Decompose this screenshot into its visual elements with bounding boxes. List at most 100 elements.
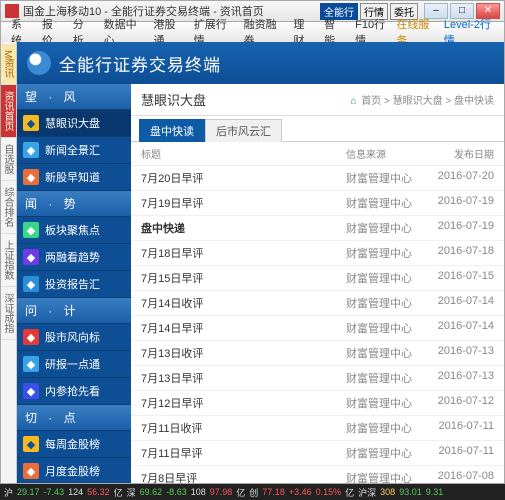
sidebar-item-label: 月度金股榜 — [45, 463, 100, 479]
panel-title: 慧眼识大盘 — [141, 90, 350, 109]
list-item[interactable]: 7月13日早评财富管理中心2016-07-13 — [131, 366, 504, 391]
ipo-icon: ◆ — [23, 169, 39, 185]
status-value: 77.18 — [262, 487, 285, 497]
panel-header: 慧眼识大盘 ⌂ 首页 > 慧眼识大盘 > 盘中快读 — [131, 84, 504, 116]
eye-icon: ◆ — [23, 115, 39, 131]
sidebar-item[interactable]: ◆ 投资报告汇 — [17, 271, 131, 298]
status-value: -8.63 — [166, 487, 187, 497]
row-source: 财富管理中心 — [346, 470, 426, 483]
breadcrumb: ⌂ 首页 > 慧眼识大盘 > 盘中快读 — [350, 92, 494, 107]
sidebar-item-label: 两融看趋势 — [45, 249, 100, 265]
week-icon: ◆ — [23, 436, 39, 452]
sidebar-item-label: 新股早知道 — [45, 169, 100, 185]
row-date: 2016-07-13 — [426, 345, 494, 361]
doc-icon: ◆ — [23, 356, 39, 372]
article-list[interactable]: 7月20日早评财富管理中心2016-07-207月19日早评财富管理中心2016… — [131, 166, 504, 483]
tab-aftermarket[interactable]: 后市风云汇 — [205, 119, 282, 142]
list-item[interactable]: 7月15日早评财富管理中心2016-07-15 — [131, 266, 504, 291]
sidebar-item[interactable]: ◆ 新股早知道 — [17, 164, 131, 191]
row-title: 7月13日早评 — [141, 370, 346, 386]
vertical-tab[interactable]: 自选股 — [1, 138, 16, 181]
vertical-tab[interactable]: 资讯首页 — [1, 85, 16, 138]
grid-icon: ◆ — [23, 222, 39, 238]
list-item[interactable]: 7月8日早评财富管理中心2016-07-08 — [131, 466, 504, 483]
list-item[interactable]: 7月11日收评财富管理中心2016-07-11 — [131, 416, 504, 441]
row-source: 财富管理中心 — [346, 245, 426, 261]
report-icon: ◆ — [23, 276, 39, 292]
home-icon[interactable]: ⌂ — [350, 96, 356, 107]
row-title: 7月18日早评 — [141, 245, 346, 261]
sidebar-item[interactable]: ◆板块聚焦点 — [17, 217, 131, 244]
crumb-home[interactable]: 首页 — [361, 96, 381, 107]
brand-title: 全能行证券交易终端 — [59, 51, 221, 76]
row-source: 财富管理中心 — [346, 420, 426, 436]
list-item[interactable]: 7月19日早评财富管理中心2016-07-19 — [131, 191, 504, 216]
row-date: 2016-07-14 — [426, 320, 494, 336]
sidebar-group-header: 闻 · 势 — [17, 191, 131, 217]
row-title: 7月15日早评 — [141, 270, 346, 286]
sidebar-item[interactable]: ◆股市风向标 — [17, 324, 131, 351]
sidebar-item-label: 投资报告汇 — [45, 276, 100, 292]
status-value: 9.31 — [426, 487, 444, 497]
row-date: 2016-07-08 — [426, 470, 494, 483]
sidebar-item[interactable]: ◆ 月度金股榜 — [17, 458, 131, 483]
list-item[interactable]: 7月14日早评财富管理中心2016-07-14 — [131, 316, 504, 341]
flag-icon: ◆ — [23, 329, 39, 345]
row-source: 财富管理中心 — [346, 395, 426, 411]
col-title: 标题 — [141, 146, 346, 161]
sidebar-item[interactable]: ◆ 两融看趋势 — [17, 244, 131, 271]
row-title: 7月11日早评 — [141, 445, 346, 461]
sidebar-item-label: 内参抢先看 — [45, 383, 100, 399]
lock-icon: ◆ — [23, 383, 39, 399]
row-date: 2016-07-19 — [426, 220, 494, 236]
sidebar-group-header: 切 · 点 — [17, 405, 131, 431]
status-value: +3.46 — [289, 487, 312, 497]
col-source: 信息来源 — [346, 146, 426, 161]
row-source: 财富管理中心 — [346, 345, 426, 361]
sidebar-item[interactable]: ◆ 研报一点通 — [17, 351, 131, 378]
row-title: 7月14日早评 — [141, 320, 346, 336]
vertical-tab[interactable]: 深证成指 — [1, 287, 16, 340]
row-title: 7月11日收评 — [141, 420, 346, 436]
status-value: 308 — [380, 487, 395, 497]
row-title: 盘中快递 — [141, 220, 346, 236]
row-date: 2016-07-12 — [426, 395, 494, 411]
list-item[interactable]: 7月11日早评财富管理中心2016-07-11 — [131, 441, 504, 466]
vertical-tab[interactable]: 综合排名 — [1, 181, 16, 234]
sidebar-item[interactable]: ◆ 内参抢先看 — [17, 378, 131, 405]
sidebar-item-label: 慧眼识大盘 — [45, 115, 100, 131]
vertical-tab[interactable]: 上证指数 — [1, 234, 16, 287]
sidebar-group-header: 问 · 计 — [17, 298, 131, 324]
status-value: -7.43 — [44, 487, 65, 497]
tab-quick-read[interactable]: 盘中快读 — [139, 119, 205, 142]
status-value: 深 — [127, 486, 136, 499]
status-value: 沪深 — [358, 486, 376, 499]
vertical-tab[interactable]: M资讯 — [1, 44, 16, 85]
sidebar-item[interactable]: ◆ 慧眼识大盘 — [17, 110, 131, 137]
status-value: 创 — [249, 486, 258, 499]
sidebar-item-label: 研报一点通 — [45, 356, 100, 372]
row-date: 2016-07-11 — [426, 420, 494, 436]
row-date: 2016-07-18 — [426, 245, 494, 261]
row-title: 7月8日早评 — [141, 470, 346, 483]
col-date: 发布日期 — [426, 146, 494, 161]
list-item[interactable]: 7月14日收评财富管理中心2016-07-14 — [131, 291, 504, 316]
status-value: 93.01 — [399, 487, 422, 497]
list-item[interactable]: 7月20日早评财富管理中心2016-07-20 — [131, 166, 504, 191]
list-item[interactable]: 盘中快递财富管理中心2016-07-19 — [131, 216, 504, 241]
list-item[interactable]: 7月18日早评财富管理中心2016-07-18 — [131, 241, 504, 266]
row-title: 7月19日早评 — [141, 195, 346, 211]
sidebar-item[interactable]: ◆新闻全景汇 — [17, 137, 131, 164]
trend-icon: ◆ — [23, 249, 39, 265]
menu-bar: 系统报价分析数据中心港股通扩展行情融资融券理财智能F10行情 在线服务 Leve… — [0, 22, 505, 42]
sidebar-item[interactable]: ◆每周金股榜 — [17, 431, 131, 458]
month-icon: ◆ — [23, 463, 39, 479]
list-item[interactable]: 7月13日收评财富管理中心2016-07-13 — [131, 341, 504, 366]
row-date: 2016-07-15 — [426, 270, 494, 286]
row-source: 财富管理中心 — [346, 445, 426, 461]
row-source: 财富管理中心 — [346, 270, 426, 286]
row-source: 财富管理中心 — [346, 195, 426, 211]
list-item[interactable]: 7月12日早评财富管理中心2016-07-12 — [131, 391, 504, 416]
main-panel: 慧眼识大盘 ⌂ 首页 > 慧眼识大盘 > 盘中快读 盘中快读 后市风云汇 标题 … — [131, 84, 504, 483]
crumb-section[interactable]: 慧眼识大盘 — [393, 96, 443, 107]
